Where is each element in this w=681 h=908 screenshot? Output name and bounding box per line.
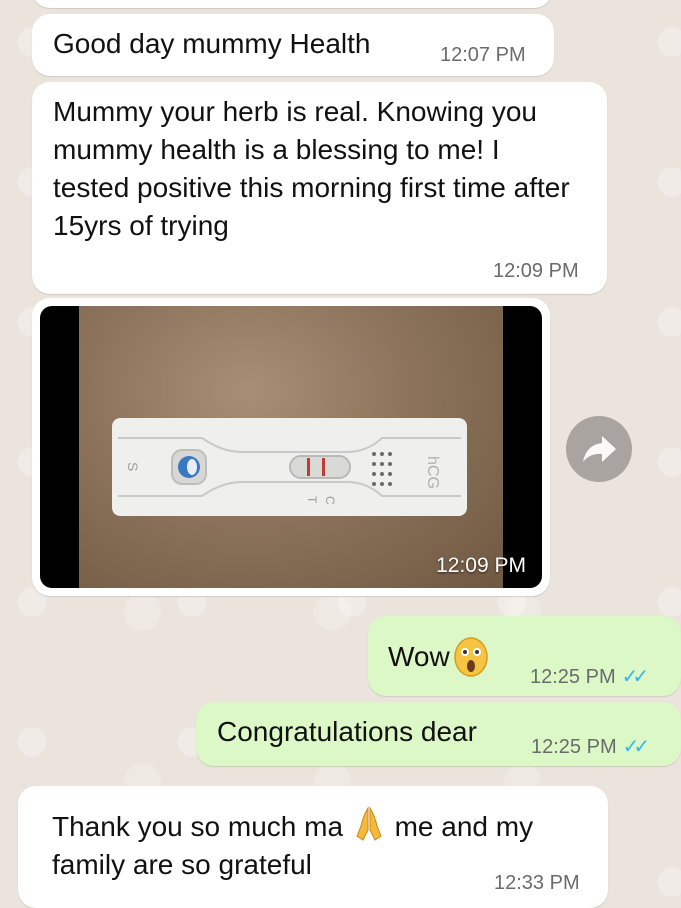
message-text-part1: Thank you so much ma (52, 811, 344, 842)
strip-label-c: C (323, 496, 337, 505)
folded-hands-emoji (356, 806, 382, 841)
image-time: 12:09 PM (436, 554, 526, 577)
message-time-row: 12:25 PM ✓✓ (530, 664, 649, 689)
strip-label-s: S (125, 462, 141, 471)
read-ticks-icon: ✓✓ (621, 666, 649, 688)
message-time: 12:33 PM (494, 872, 580, 894)
message-bubble-incoming[interactable]: Mummy your herb is real. Knowing you mum… (32, 82, 607, 294)
forward-icon (583, 436, 616, 462)
message-bubble-incoming[interactable]: Thank you so much ma me and my family ar… (18, 786, 608, 908)
message-text: Thank you so much ma me and my family ar… (52, 806, 552, 884)
message-text: Congratulations dear (217, 716, 477, 747)
read-ticks-icon: ✓✓ (622, 736, 650, 758)
message-time-row: 12:25 PM ✓✓ (531, 734, 650, 759)
message-time: 12:07 PM (440, 44, 526, 66)
message-bubble-incoming[interactable]: Good day mummy Health 12:07 PM (32, 14, 554, 76)
message-bubble-outgoing[interactable]: Wow 12:25 PM ✓✓ (368, 616, 681, 696)
test-strip: S C T hCG (112, 418, 467, 516)
previous-message-bubble[interactable] (32, 0, 552, 8)
message-text: Wow (388, 641, 450, 672)
strip-brand: hCG (424, 456, 441, 489)
message-text-wrap: Wow (388, 636, 488, 678)
message-text: Mummy your herb is real. Knowing you mum… (53, 96, 570, 241)
message-bubble-outgoing[interactable]: Congratulations dear 12:25 PM ✓✓ (196, 702, 681, 766)
pregnancy-test-photo[interactable]: S C T hCG 12:09 PM (40, 306, 542, 588)
message-time: 12:25 PM (531, 736, 617, 758)
forward-button[interactable] (566, 416, 632, 482)
message-time: 12:25 PM (530, 666, 616, 688)
astonished-face-emoji (453, 637, 488, 677)
strip-label-t: T (305, 496, 319, 504)
message-time: 12:09 PM (493, 260, 579, 282)
message-text: Good day mummy Health (53, 28, 371, 59)
